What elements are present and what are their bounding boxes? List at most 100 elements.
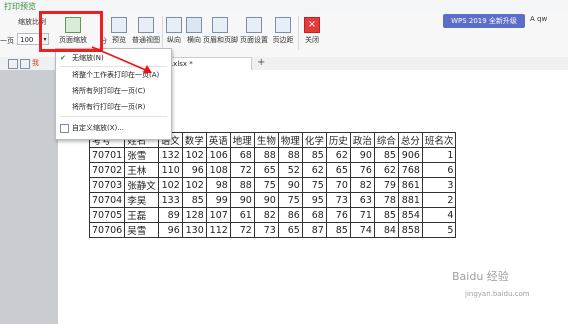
normal-view-button[interactable]: 普通视图 bbox=[131, 17, 161, 45]
table-cell: 88 bbox=[253, 147, 279, 163]
table-cell: 2 bbox=[421, 192, 457, 208]
table-cell: 73 bbox=[253, 222, 279, 238]
table-cell: 76 bbox=[349, 162, 375, 178]
table-cell: 96 bbox=[157, 222, 183, 238]
table-cell: 102 bbox=[181, 177, 207, 193]
table-cell: 854 bbox=[397, 207, 423, 223]
menu-item-label: 将所有列打印在一页(C) bbox=[72, 87, 146, 95]
new-file-icon[interactable] bbox=[8, 59, 18, 69]
table-row: 70703 张静文 102 102 98 88 75 90 75 70 82 7… bbox=[88, 177, 457, 193]
table-cell: 52 bbox=[277, 162, 303, 178]
header-footer-icon bbox=[212, 17, 228, 33]
table-cell: 70705 bbox=[88, 207, 126, 223]
menu-item-label: 将所有行打印在一页(R) bbox=[72, 103, 146, 111]
table-cell: 王林 bbox=[124, 162, 159, 178]
table-cell: 90 bbox=[253, 192, 279, 208]
partial-tab-label[interactable]: 我 bbox=[32, 58, 39, 68]
table-cell: 72 bbox=[229, 162, 255, 178]
table-cell: 5 bbox=[421, 222, 457, 238]
table-cell: 85 bbox=[373, 207, 399, 223]
table-cell: 102 bbox=[181, 147, 207, 163]
table-cell: 62 bbox=[325, 147, 351, 163]
table-cell: 70706 bbox=[88, 222, 126, 238]
table-cell: 768 bbox=[397, 162, 423, 178]
close-label: 关闭 bbox=[305, 36, 319, 44]
annotation-arrow-icon bbox=[91, 46, 152, 73]
landscape-icon bbox=[186, 17, 202, 33]
header-cell: 政治 bbox=[349, 132, 375, 148]
user-name: qw bbox=[537, 15, 548, 23]
table-cell: 86 bbox=[277, 207, 303, 223]
menu-item-custom-scaling[interactable]: 自定义缩放(X)... bbox=[56, 121, 171, 135]
table-cell: 108 bbox=[205, 162, 231, 178]
header-cell: 数学 bbox=[181, 132, 207, 148]
table-cell: 70703 bbox=[88, 177, 126, 193]
header-footer-button[interactable]: 页眉和页脚 bbox=[203, 17, 238, 45]
preview-background bbox=[0, 70, 58, 324]
baidu-watermark: Baidu 经验 bbox=[452, 270, 509, 283]
header-cell: 总分 bbox=[397, 132, 423, 148]
table-cell: 79 bbox=[373, 177, 399, 193]
table-cell: 881 bbox=[397, 192, 423, 208]
table-cell: 98 bbox=[205, 177, 231, 193]
preview-button[interactable]: 预览 bbox=[106, 17, 132, 45]
table-cell: 132 bbox=[157, 147, 183, 163]
table-cell: 70704 bbox=[88, 192, 126, 208]
add-tab-button[interactable]: + bbox=[257, 57, 265, 68]
table-cell: 106 bbox=[205, 147, 231, 163]
preview-icon bbox=[111, 17, 127, 33]
table-cell: 85 bbox=[325, 222, 351, 238]
close-icon: × bbox=[304, 17, 320, 33]
table-cell: 吴雪 bbox=[124, 222, 159, 238]
close-button[interactable]: × 关闭 bbox=[299, 17, 325, 45]
table-row: 70701 张雪 132 102 106 68 88 88 85 62 90 8… bbox=[88, 147, 457, 163]
normal-view-icon bbox=[138, 17, 154, 33]
table-cell: 张静文 bbox=[124, 177, 159, 193]
menu-item-fit-rows[interactable]: 将所有行打印在一页(R) bbox=[56, 100, 171, 114]
table-cell: 76 bbox=[325, 207, 351, 223]
table-cell: 62 bbox=[301, 162, 327, 178]
table-cell: 75 bbox=[253, 177, 279, 193]
margins-button[interactable]: 页边距 bbox=[270, 17, 296, 45]
table-cell: 65 bbox=[325, 162, 351, 178]
table-cell: 88 bbox=[229, 177, 255, 193]
table-cell: 李昊 bbox=[124, 192, 159, 208]
table-cell: 75 bbox=[301, 177, 327, 193]
menu-item-fit-columns[interactable]: 将所有列打印在一页(C) bbox=[56, 84, 171, 98]
table-cell: 861 bbox=[397, 177, 423, 193]
table-cell: 王磊 bbox=[124, 207, 159, 223]
page-setup-button[interactable]: 页面设置 bbox=[239, 17, 269, 45]
custom-scale-icon bbox=[60, 124, 69, 133]
table-cell: 96 bbox=[181, 162, 207, 178]
table-cell: 85 bbox=[301, 147, 327, 163]
table-cell: 63 bbox=[349, 192, 375, 208]
table-cell: 70 bbox=[325, 177, 351, 193]
header-cell: 英语 bbox=[205, 132, 231, 148]
table-cell: 858 bbox=[397, 222, 423, 238]
menu-item-label: 自定义缩放(X)... bbox=[72, 124, 124, 132]
document-tab[interactable]: l.xlsx * bbox=[162, 57, 252, 70]
table-cell: 84 bbox=[373, 222, 399, 238]
table-cell: 130 bbox=[181, 222, 207, 238]
page-setup-icon bbox=[246, 17, 262, 33]
save-icon[interactable] bbox=[20, 59, 30, 69]
margins-icon bbox=[275, 17, 291, 33]
header-cell: 生物 bbox=[253, 132, 279, 148]
page-setup-label: 页面设置 bbox=[240, 36, 268, 44]
score-table: 考号 姓名 语文 数学 英语 地理 生物 物理 化学 历史 政治 综合 总分 班… bbox=[88, 132, 457, 238]
table-cell: 61 bbox=[229, 207, 255, 223]
table-cell: 74 bbox=[349, 222, 375, 238]
table-cell: 68 bbox=[229, 147, 255, 163]
table-cell: 82 bbox=[253, 207, 279, 223]
table-cell: 133 bbox=[157, 192, 183, 208]
zoom-value-input[interactable]: 100 bbox=[17, 33, 41, 45]
table-cell: 75 bbox=[277, 192, 303, 208]
table-cell: 87 bbox=[301, 222, 327, 238]
table-cell: 3 bbox=[421, 177, 457, 193]
table-cell: 4 bbox=[421, 207, 457, 223]
table-cell: 99 bbox=[205, 192, 231, 208]
baidu-watermark-url: jingyan.baidu.com bbox=[465, 290, 530, 298]
wps-upgrade-badge[interactable]: WPS 2019 全新升级 bbox=[443, 14, 525, 28]
user-area[interactable]: A qw bbox=[530, 15, 547, 23]
table-cell: 张雪 bbox=[124, 147, 159, 163]
